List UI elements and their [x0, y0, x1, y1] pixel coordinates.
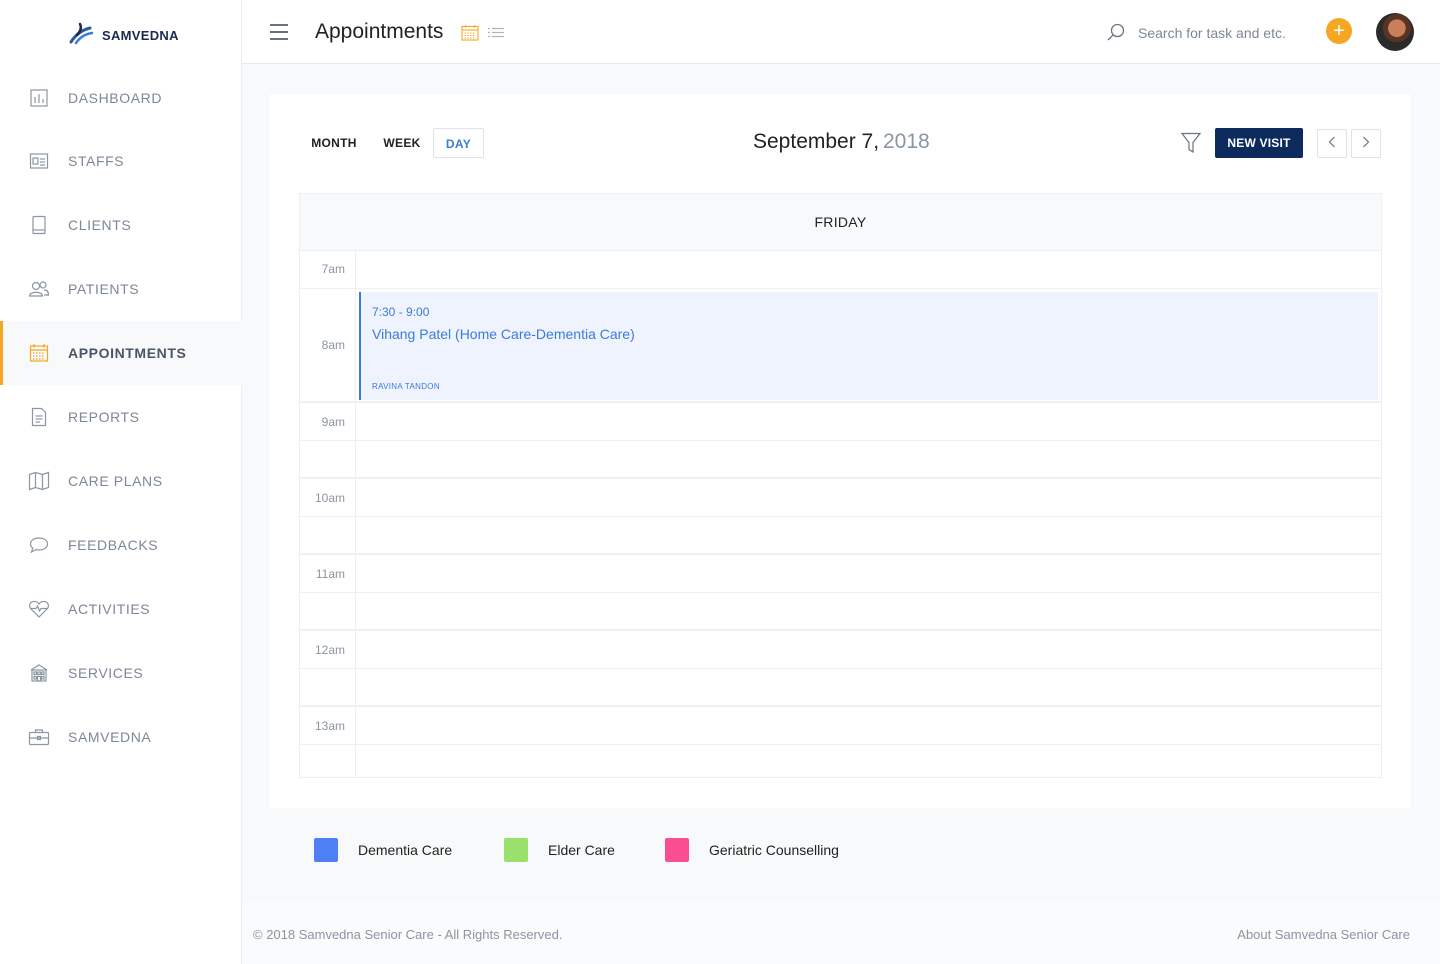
time-slot[interactable] — [300, 707, 1381, 745]
dashboard-icon — [28, 87, 50, 109]
heart-pulse-icon — [28, 598, 50, 620]
prev-button[interactable] — [1317, 129, 1347, 158]
time-slot[interactable] — [300, 441, 1381, 479]
view-day-button[interactable]: DAY — [433, 128, 484, 158]
legend-item-dementia-care: Dementia Care — [314, 838, 452, 862]
sidebar-item-clients[interactable]: CLIENTS — [0, 193, 242, 257]
sidebar-item-activities[interactable]: ACTIVITIES — [0, 577, 242, 641]
search-input[interactable] — [1138, 20, 1308, 46]
brand-logo[interactable]: SAMVEDNA — [68, 20, 179, 51]
time-label: 8am — [321, 338, 345, 352]
new-visit-button[interactable]: NEW VISIT — [1215, 128, 1303, 158]
brand-name: SAMVEDNA — [102, 28, 179, 43]
sidebar-item-label: REPORTS — [68, 409, 140, 425]
view-switcher — [461, 24, 505, 46]
view-week-button[interactable]: WEEK — [372, 128, 432, 158]
sidebar-item-care-plans[interactable]: CARE PLANS — [0, 449, 242, 513]
time-label: 12am — [314, 643, 345, 657]
copyright-text: © 2018 Samvedna Senior Care - All Rights… — [253, 927, 563, 942]
sidebar-item-label: ACTIVITIES — [68, 601, 151, 617]
list-view-icon[interactable] — [487, 24, 505, 46]
patients-users-icon — [28, 278, 50, 300]
chevron-right-icon — [1362, 135, 1370, 153]
sidebar-item-label: SERVICES — [68, 665, 144, 681]
legend-label: Geriatric Counselling — [709, 842, 839, 858]
sidebar-item-label: PATIENTS — [68, 281, 140, 297]
report-document-icon — [28, 406, 50, 428]
page-title: Appointments — [315, 20, 444, 43]
sidebar-item-services[interactable]: SERVICES — [0, 641, 242, 705]
sidebar: SAMVEDNA DASHBOARD STAFFS CLIENTS PATIEN… — [0, 0, 242, 964]
day-header: FRIDAY — [300, 194, 1381, 251]
date-heading: September 7, — [753, 130, 880, 153]
samvedna-logo-icon — [68, 20, 96, 51]
event-title: Vihang Patel (Home Care-Dementia Care) — [372, 326, 635, 342]
appointment-event[interactable]: 7:30 - 9:00 Vihang Patel (Home Care-Deme… — [359, 292, 1378, 400]
staff-card-icon — [28, 150, 50, 172]
building-icon — [28, 662, 50, 684]
time-label: 10am — [314, 491, 345, 505]
sidebar-item-label: STAFFS — [68, 153, 125, 169]
time-slot[interactable] — [300, 251, 1381, 289]
event-staff: RAVINA TANDON — [372, 382, 440, 391]
sidebar-item-dashboard[interactable]: DASHBOARD — [0, 66, 242, 130]
search-icon[interactable] — [1106, 22, 1126, 47]
time-slot[interactable] — [300, 479, 1381, 517]
calendar-card: MONTH WEEK DAY September 7, 2018 NEW VIS… — [270, 94, 1410, 808]
sidebar-item-label: DASHBOARD — [68, 90, 163, 106]
chevron-left-icon — [1328, 135, 1336, 153]
time-label: 13am — [314, 719, 345, 733]
sidebar-item-label: APPOINTMENTS — [68, 345, 187, 361]
time-slot[interactable] — [300, 593, 1381, 631]
top-bar: Appointments + — [242, 0, 1440, 64]
sidebar-item-feedbacks[interactable]: FEEDBACKS — [0, 513, 242, 577]
legend-label: Dementia Care — [358, 842, 453, 858]
time-slot[interactable] — [300, 669, 1381, 707]
sidebar-item-label: CARE PLANS — [68, 473, 163, 489]
time-label: 11am — [315, 567, 345, 581]
view-month-button[interactable]: MONTH — [304, 128, 364, 158]
time-slot[interactable] — [300, 631, 1381, 669]
time-slot[interactable] — [300, 403, 1381, 441]
sidebar-item-label: SAMVEDNA — [68, 729, 152, 745]
time-slot[interactable] — [300, 517, 1381, 555]
calendar-icon — [28, 342, 50, 364]
add-button[interactable]: + — [1326, 18, 1352, 44]
day-calendar: FRIDAY 7am 8am 9am 10am 11am 12am 13am 7… — [299, 193, 1382, 778]
time-label: 7am — [321, 262, 345, 276]
legend-swatch — [314, 838, 338, 862]
map-icon — [28, 470, 50, 492]
sidebar-item-label: FEEDBACKS — [68, 537, 159, 553]
clients-book-icon — [28, 214, 50, 236]
legend-item-geriatric-counselling: Geriatric Counselling — [665, 838, 839, 862]
sidebar-item-label: CLIENTS — [68, 217, 132, 233]
next-button[interactable] — [1351, 129, 1381, 158]
legend-swatch — [665, 838, 689, 862]
about-link[interactable]: About Samvedna Senior Care — [1237, 927, 1410, 942]
sidebar-item-patients[interactable]: PATIENTS — [0, 257, 242, 321]
date-year: 2018 — [883, 130, 930, 153]
time-slot[interactable] — [300, 555, 1381, 593]
sidebar-item-staffs[interactable]: STAFFS — [0, 129, 242, 193]
event-time: 7:30 - 9:00 — [372, 305, 430, 319]
user-avatar[interactable] — [1376, 13, 1414, 51]
footer: © 2018 Samvedna Senior Care - All Rights… — [242, 902, 1440, 964]
briefcase-icon — [28, 726, 50, 748]
sidebar-item-samvedna[interactable]: SAMVEDNA — [0, 705, 242, 769]
chat-bubble-icon — [28, 534, 50, 556]
calendar-view-icon[interactable] — [461, 24, 479, 46]
sidebar-item-appointments[interactable]: APPOINTMENTS — [0, 321, 242, 385]
legend-swatch — [504, 838, 528, 862]
filter-icon[interactable] — [1180, 132, 1202, 159]
time-label: 9am — [321, 415, 345, 429]
legend-label: Elder Care — [548, 842, 615, 858]
menu-toggle-icon[interactable] — [270, 24, 288, 40]
legend-item-elder-care: Elder Care — [504, 838, 615, 862]
sidebar-item-reports[interactable]: REPORTS — [0, 385, 242, 449]
